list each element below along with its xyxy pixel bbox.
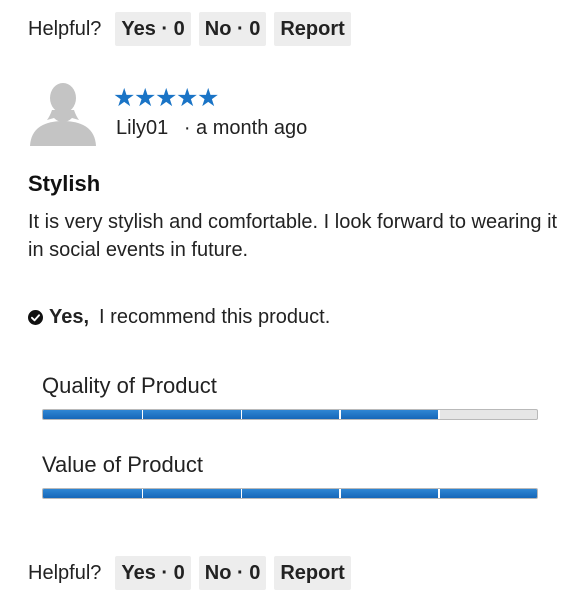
recommend-line: Yes, I recommend this product.: [28, 306, 330, 329]
star-icon: ★: [197, 84, 220, 112]
star-icon: ★: [176, 84, 199, 112]
helpful-row: Helpful? Yes · 0 No · 0 Report: [28, 12, 359, 46]
rating-segment-divider: [141, 410, 144, 419]
star-rating: ★ ★ ★ ★ ★: [113, 83, 220, 113]
quality-rating-label: Quality of Product: [42, 373, 217, 398]
report-button[interactable]: Report: [274, 12, 351, 46]
avatar-icon: [30, 83, 96, 146]
value-rating-label: Value of Product: [42, 452, 204, 477]
rating-segment-divider: [240, 489, 243, 498]
star-icon: ★: [155, 84, 178, 112]
helpful-no-button[interactable]: No · 0: [198, 556, 267, 590]
review-title: Stylish: [28, 171, 101, 196]
rating-segment-divider: [339, 410, 341, 419]
rating-segment-divider: [141, 489, 144, 498]
rating-segment-divider: [339, 489, 341, 498]
rating-segment-divider: [438, 410, 440, 419]
review-time: · a month ago: [183, 117, 308, 139]
author-name[interactable]: Lily01: [116, 117, 168, 139]
helpful-yes-button[interactable]: Yes · 0: [115, 556, 191, 590]
star-icon: ★: [134, 84, 157, 112]
quality-rating-bar: [42, 409, 538, 420]
recommend-text: I recommend this product.: [99, 306, 331, 328]
helpful-no-button[interactable]: No · 0: [198, 12, 267, 46]
rating-fill: [43, 489, 537, 498]
recommend-yes: Yes,: [49, 306, 90, 328]
helpful-row-bottom: Helpful? Yes · 0 No · 0 Report: [28, 556, 359, 590]
helpful-label: Helpful?: [28, 561, 102, 584]
helpful-yes-button[interactable]: Yes · 0: [115, 12, 191, 46]
check-circle-icon: [28, 310, 43, 325]
helpful-label: Helpful?: [28, 17, 102, 40]
review-body: It is very stylish and comfortable. I lo…: [28, 211, 558, 261]
rating-segment-divider: [240, 410, 243, 419]
report-button[interactable]: Report: [274, 556, 351, 590]
value-rating-bar: [42, 488, 538, 499]
review-meta: Lily01 · a month ago: [116, 117, 307, 140]
rating-segment-divider: [438, 489, 440, 498]
star-icon: ★: [113, 84, 136, 112]
